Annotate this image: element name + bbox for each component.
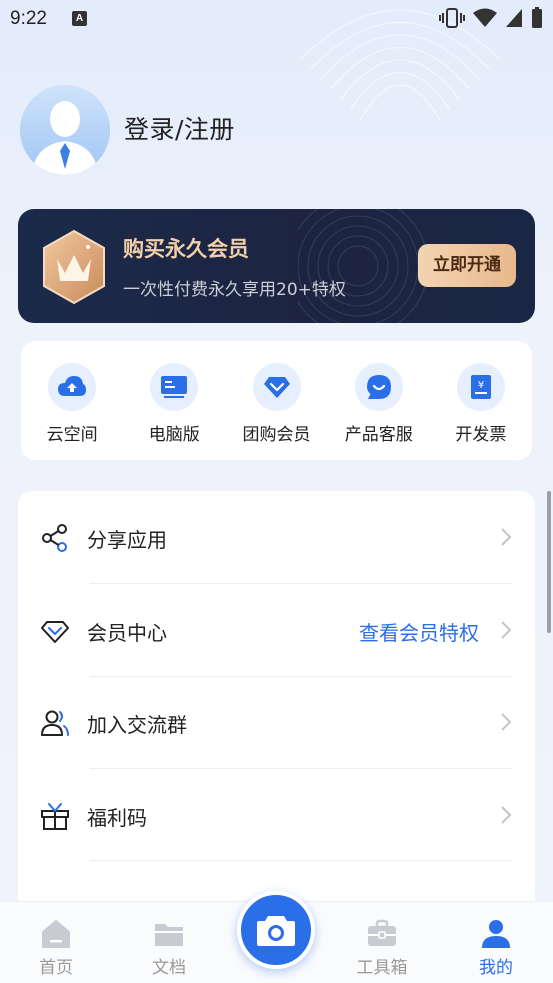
chat-icon [354, 363, 403, 411]
menu-item-join-group[interactable]: 加入交流群 [18, 676, 535, 768]
chevron-right-icon [501, 528, 512, 546]
folder-icon [155, 924, 183, 946]
menu-item-share-app[interactable]: 分享应用 [18, 491, 535, 583]
login-register-link[interactable]: 登录/注册 [124, 110, 235, 146]
diamond-icon [252, 363, 301, 411]
default-avatar-icon [20, 85, 110, 175]
user-icon [482, 920, 510, 948]
menu-label: 福利码 [87, 806, 147, 830]
wifi-icon [473, 8, 497, 27]
quick-action-label: 电脑版 [148, 425, 200, 445]
menu-label: 加入交流群 [87, 713, 187, 737]
vip-promo-card[interactable]: 购买永久会员 一次性付费永久享用20+特权 立即开通 [18, 209, 535, 323]
quick-action-label: 云空间 [46, 425, 98, 445]
nav-label: 我的 [479, 958, 513, 978]
settings-menu-card: 分享应用 会员中心 查看会员特权 加入交流群 福利码 [18, 491, 535, 911]
status-icons [439, 7, 543, 29]
quick-action-label: 团购会员 [242, 425, 311, 445]
diamond-outline-icon [41, 621, 69, 643]
home-icon [42, 920, 70, 948]
nav-mine[interactable]: 我的 [456, 918, 536, 978]
divider [90, 860, 512, 861]
menu-label: 会员中心 [87, 621, 167, 645]
scrollbar[interactable] [547, 491, 551, 633]
signal-icon [506, 9, 522, 27]
menu-item-welfare-code[interactable]: 福利码 [18, 769, 535, 861]
nav-toolbox[interactable]: 工具箱 [342, 918, 422, 978]
nav-documents[interactable]: 文档 [129, 918, 209, 978]
invoice-icon: ¥ [456, 363, 505, 411]
crown-badge-icon [43, 229, 105, 305]
camera-scan-button[interactable] [237, 891, 315, 969]
vip-subtitle: 一次性付费永久享用20+特权 [123, 280, 346, 300]
nav-label: 文档 [152, 958, 186, 978]
menu-item-vip-center[interactable]: 会员中心 查看会员特权 [18, 584, 535, 676]
cloud-upload-icon [48, 363, 97, 411]
svg-text:¥: ¥ [478, 380, 484, 391]
quick-action-label: 产品客服 [344, 425, 413, 445]
group-icon [41, 710, 69, 736]
toolbox-icon [368, 919, 396, 946]
quick-action-customer-service[interactable]: 产品客服 [328, 341, 430, 460]
chevron-right-icon [501, 713, 512, 731]
vibrate-icon [439, 8, 465, 28]
nav-label: 首页 [39, 958, 73, 978]
camera-icon [257, 916, 295, 946]
chevron-right-icon [501, 806, 512, 824]
gift-icon [41, 803, 69, 830]
status-time: 9:22 [10, 8, 47, 29]
battery-icon [532, 7, 542, 28]
quick-action-label: 开发票 [455, 425, 507, 445]
quick-actions-card: 云空间 电脑版 团购会员 产品客服 ¥ 开发票 [21, 341, 532, 460]
quick-action-invoice[interactable]: ¥ 开发票 [430, 341, 532, 460]
view-vip-privileges-link[interactable]: 查看会员特权 [359, 617, 479, 646]
avatar[interactable] [20, 85, 110, 175]
quick-action-pc-version[interactable]: 电脑版 [123, 341, 225, 460]
quick-action-cloud-space[interactable]: 云空间 [21, 341, 123, 460]
nav-label: 工具箱 [356, 958, 408, 978]
quick-action-group-vip[interactable]: 团购会员 [225, 341, 327, 460]
notification-icon: A [72, 11, 87, 26]
status-bar: 9:22 A [0, 0, 553, 38]
chevron-right-icon [501, 621, 512, 639]
vip-title: 购买永久会员 [123, 237, 249, 261]
open-vip-button[interactable]: 立即开通 [418, 244, 516, 287]
share-icon [42, 524, 67, 552]
menu-label: 分享应用 [87, 528, 167, 552]
nav-home[interactable]: 首页 [16, 918, 96, 978]
computer-icon [150, 363, 199, 411]
